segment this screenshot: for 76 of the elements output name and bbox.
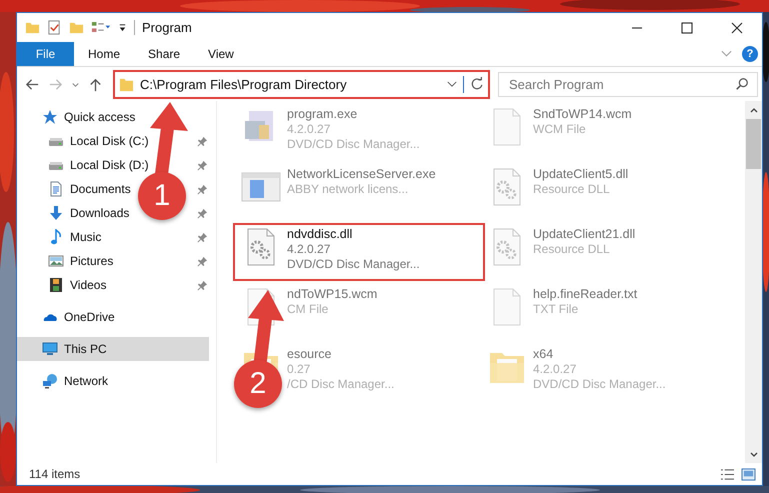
file-name[interactable]: help.fineReader.txt <box>533 287 638 301</box>
file-detail: ABBY network licens... <box>287 182 410 196</box>
pin-icon[interactable] <box>197 208 208 218</box>
pin-icon[interactable] <box>197 256 208 266</box>
file-detail: 4.2.0.27 <box>287 122 332 136</box>
file-detail: Resource DLL <box>533 182 611 196</box>
expand-ribbon-icon[interactable] <box>721 50 732 58</box>
document-icon <box>48 181 64 197</box>
file-name[interactable]: ndvddisc.dll <box>287 227 420 241</box>
back-icon[interactable] <box>25 76 40 92</box>
file-name[interactable]: ndToWP15.wcm <box>287 287 378 301</box>
nav-item[interactable]: Music <box>70 230 102 244</box>
search-field[interactable]: Search Program <box>498 72 758 96</box>
file-detail: DVD/CD Disc Manager... <box>533 377 666 391</box>
nav-item[interactable]: Network <box>17 369 216 393</box>
file-detail: WCM File <box>533 122 587 136</box>
network-icon <box>42 373 58 389</box>
file-name[interactable]: x64 <box>533 347 666 361</box>
ribbon-tab[interactable]: View <box>194 42 248 66</box>
file-name[interactable]: SndToWP14.wcm <box>533 107 632 121</box>
download-icon <box>48 205 64 221</box>
maximize-icon <box>681 22 693 34</box>
properties-icon[interactable] <box>47 20 62 35</box>
file-name[interactable]: UpdateClient5.dll <box>533 167 628 181</box>
ribbon-tab[interactable]: Home <box>74 42 134 66</box>
large-icons-view-icon[interactable] <box>741 468 756 480</box>
file-detail: /CD Disc Manager... <box>287 377 394 391</box>
music-note-icon <box>48 229 64 245</box>
file-detail: TXT File <box>533 302 580 316</box>
pin-icon[interactable] <box>197 232 208 242</box>
nav-item[interactable]: OneDrive <box>17 305 216 329</box>
pin-icon[interactable] <box>197 136 208 146</box>
file-name[interactable]: esource <box>287 347 394 361</box>
file-detail: DVD/CD Disc Manager... <box>287 137 420 151</box>
dropdown-caret-icon[interactable] <box>447 80 457 88</box>
pin-icon[interactable] <box>197 160 208 170</box>
file-name[interactable]: program.exe <box>287 107 420 121</box>
close-icon <box>731 22 743 34</box>
view-options-icon[interactable] <box>91 20 111 35</box>
forward-icon[interactable] <box>48 76 63 92</box>
nav-item[interactable]: Downloads <box>70 206 130 220</box>
item-count: 114 items <box>29 467 80 481</box>
nav-item[interactable]: Local Disk (C:) <box>70 134 149 148</box>
refresh-icon[interactable] <box>470 77 484 91</box>
nav-item[interactable]: Quick access <box>17 105 216 129</box>
picture-icon <box>48 253 64 269</box>
nav-item[interactable]: This PC <box>17 337 209 361</box>
nav-item[interactable]: Local Disk (D:) <box>70 158 149 172</box>
file-name[interactable]: NetworkLicenseServer.exe <box>287 167 436 181</box>
ribbon-tab[interactable]: Share <box>134 42 194 66</box>
file-detail: CM File <box>287 302 330 316</box>
nav-item[interactable]: Videos <box>70 278 106 292</box>
address-path: C:\Program Files\Program Directory <box>140 76 348 92</box>
file-detail: 0.27 <box>287 362 312 376</box>
help-button[interactable]: ? <box>742 46 758 62</box>
film-icon <box>48 277 64 293</box>
monitor-icon <box>42 341 58 357</box>
file-detail: Resource DLL <box>533 242 611 256</box>
file-detail: DVD/CD Disc Manager... <box>287 257 420 271</box>
address-bar[interactable]: C:\Program Files\Program Directory <box>113 70 490 98</box>
nav-item[interactable]: Documents <box>70 182 131 196</box>
scrollbar-thumb[interactable] <box>746 119 761 169</box>
pin-icon[interactable] <box>197 184 208 194</box>
details-view-icon[interactable] <box>720 468 735 480</box>
star-icon <box>42 109 58 125</box>
window-title: Program <box>142 20 192 35</box>
file-name[interactable]: UpdateClient21.dll <box>533 227 636 241</box>
folder-icon <box>119 76 134 92</box>
pin-icon[interactable] <box>197 280 208 290</box>
file-detail: 4.2.0.27 <box>533 362 578 376</box>
file-tab[interactable]: File <box>17 42 74 66</box>
nav-item[interactable]: Pictures <box>70 254 114 268</box>
up-icon[interactable] <box>88 76 103 92</box>
search-icon <box>735 77 749 91</box>
file-detail: 4.2.0.27 <box>287 242 332 256</box>
scrollbar[interactable] <box>745 101 762 463</box>
